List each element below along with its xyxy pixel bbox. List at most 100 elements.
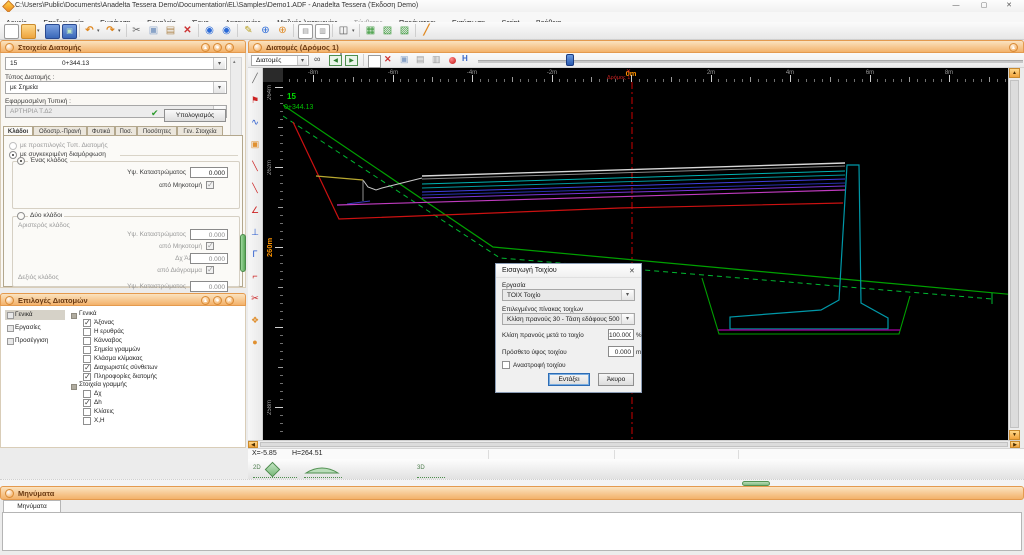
redo-dropdown-icon[interactable]: ▾ [118,28,121,34]
checkbox-grade-line[interactable] [83,328,91,336]
work-combo[interactable]: ΤΟΙΧ Τοιχίο ▾ [502,289,635,301]
window-split-dropdown-icon[interactable]: ▾ [352,28,355,34]
checkbox-axis[interactable] [83,318,91,327]
chevron-down-icon[interactable]: ▾ [621,290,633,300]
zoom-section-icon[interactable]: ▥ [432,54,441,65]
perpendicular-tool-icon[interactable]: ⊥ [249,226,261,238]
station-slider-track[interactable] [478,60,1023,63]
panel-collapse-icon[interactable]: ▴ [1009,43,1018,52]
copy-section-icon[interactable]: ▣ [400,54,409,65]
previous-section-icon[interactable]: ◀ [329,55,342,66]
angle-tool-icon[interactable]: ∠ [249,204,261,216]
right-deck-height-field[interactable] [190,281,228,292]
undo-dropdown-icon[interactable]: ▾ [97,28,100,34]
panel-collapse-icon[interactable]: ▴ [201,296,210,305]
category-approach[interactable]: Προσέγγιση [5,336,65,346]
slope-after-wall-field[interactable] [608,329,634,340]
vscroll-thumb[interactable] [1010,80,1019,428]
zoom-extents-icon[interactable]: ◉ [203,24,216,37]
paste-icon[interactable]: ▤ [164,24,177,37]
chevron-down-icon[interactable]: ▾ [621,314,633,324]
checkbox-dx[interactable] [83,390,91,398]
flag-icon[interactable]: ⚑ [249,94,261,106]
station-combo[interactable]: 15 0+344.13 ▾ [5,57,227,70]
dx-axis-field[interactable] [190,253,228,264]
page-preview-icon[interactable]: ▤ [298,24,313,39]
draw-line-icon[interactable]: ╱ [249,72,261,84]
corner-tool-icon[interactable]: ⌐ [249,270,261,282]
tree-node-icon[interactable] [71,384,77,390]
sections-mode-combo[interactable]: Διατομές ▾ [251,55,309,66]
panel-close-icon[interactable]: ✕ [225,296,234,305]
scroll-up-icon[interactable]: ▲ [1009,68,1020,78]
station-slider-thumb[interactable] [566,54,574,66]
green-window-icon[interactable]: ▦ [364,24,377,37]
delete-icon[interactable]: ✕ [181,24,194,37]
deck-height-field[interactable] [190,167,228,178]
next-section-icon[interactable]: ▶ [345,55,358,66]
panel-collapse-icon[interactable]: ▴ [201,43,210,52]
checkbox-xh[interactable] [83,417,91,425]
copy-icon[interactable]: ▣ [147,24,160,37]
sections-panel-header[interactable]: Διατομές (Δρόμος 1) ▴ [248,40,1024,53]
thumbnail-2d-plan[interactable]: 2D [253,461,297,478]
checkbox-grid[interactable] [83,337,91,345]
tree-node-icon[interactable] [71,313,77,319]
panel-pin-icon[interactable]: ● [213,43,222,52]
open-file-icon[interactable] [21,24,36,39]
curve-icon[interactable]: ∿ [249,116,261,128]
new-section-icon[interactable] [368,55,381,68]
checkbox-section-info[interactable] [83,372,91,381]
section-type-combo[interactable]: με Σημεία ▾ [5,81,227,94]
save-all-icon[interactable]: ▣ [62,24,77,39]
window-split-icon[interactable]: ◫ [337,24,350,37]
left-deck-height-field[interactable] [190,229,228,240]
magnifier-plus-icon[interactable]: ⊕ [276,24,289,37]
category-works[interactable]: Εργασίες [5,323,65,333]
options-panel-header[interactable]: Επιλογές Διατομών ▴ ● ✕ [0,293,246,306]
slope-tool-icon[interactable]: ╲ [249,160,261,172]
section-data-panel-header[interactable]: Στοιχεία Διατομής ▴ ● ✕ [0,40,246,53]
extra-height-field[interactable] [608,346,634,357]
canvas-hscrollbar[interactable]: ◀ ▶ [248,440,1020,448]
green-window-2-icon[interactable]: ▧ [381,24,394,37]
find-section-icon[interactable]: ∞ [314,54,320,64]
scroll-left-icon[interactable]: ◀ [248,441,258,448]
checkbox-separators[interactable] [83,363,91,372]
cut-icon[interactable]: ✂ [130,24,143,37]
scroll-down-icon[interactable]: ▼ [1009,430,1020,440]
radio-two-branches[interactable] [17,212,25,220]
radio-one-branch[interactable] [17,157,25,165]
checkbox-dh[interactable] [83,398,91,407]
height-tool-icon[interactable]: H [462,54,468,63]
offset-tool-icon[interactable]: Γ [249,248,261,260]
magnifier-icon[interactable]: ⊕ [259,24,272,37]
pencil-icon[interactable]: ✎ [242,24,255,37]
cancel-button[interactable]: Άκυρο [598,373,634,386]
page-setup-icon[interactable]: ▥ [315,24,330,39]
wall-table-combo[interactable]: Κλίση πρανούς 30 - Τάση εδάφους 500 ▾ [502,313,635,325]
thumbnail-3d-view[interactable]: 3D [417,461,445,492]
slope-tool-2-icon[interactable]: ╲ [249,182,261,194]
panel-close-icon[interactable]: ✕ [225,43,234,52]
wall-tool-icon[interactable]: ❖ [249,314,261,326]
splitter-handle[interactable] [240,234,246,272]
new-file-icon[interactable] [4,24,19,39]
chevron-down-icon[interactable]: ▾ [213,58,225,69]
open-dropdown-icon[interactable]: ▾ [37,28,40,34]
panel-pin-icon[interactable]: ● [213,296,222,305]
dialog-close-icon[interactable]: ✕ [629,267,635,275]
calculate-button[interactable]: Υπολογισμός [164,109,226,122]
chevron-down-icon[interactable]: ▾ [213,82,225,93]
green-window-3-icon[interactable]: ▨ [398,24,411,37]
maximize-button[interactable]: ▢ [977,1,991,10]
radio-custom[interactable] [9,151,17,159]
brush-icon[interactable]: ╱ [420,24,433,37]
rename-section-icon[interactable]: ▤ [416,54,425,65]
undo-icon[interactable]: ↶ [83,24,96,37]
trim-tool-icon[interactable]: ✂ [249,292,261,304]
category-general[interactable]: Γενικά [5,310,65,320]
redo-icon[interactable]: ↷ [104,24,117,37]
close-button[interactable]: ✕ [1002,1,1016,10]
minimize-button[interactable]: — [949,1,963,10]
